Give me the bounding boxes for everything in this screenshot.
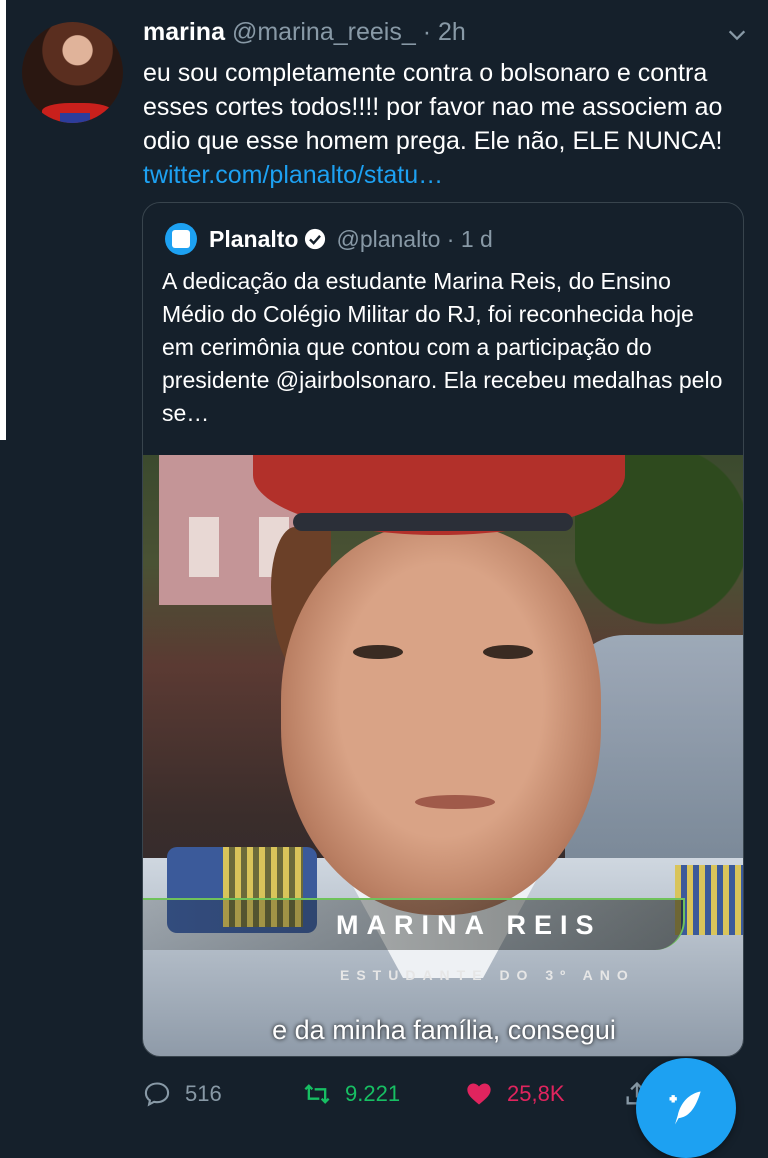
tweet-header: marina @marina_reeis_ · 2h xyxy=(143,18,466,47)
student-face xyxy=(281,525,601,915)
retweet-button[interactable]: 9.221 xyxy=(303,1080,400,1108)
video-caption: e da minha família, consegui xyxy=(272,1015,616,1045)
retweet-count: 9.221 xyxy=(345,1081,401,1106)
reply-button[interactable]: 516 xyxy=(143,1080,222,1108)
author-handle[interactable]: @marina_reeis_ xyxy=(232,18,416,46)
retweet-icon xyxy=(304,1084,330,1104)
tweet-time[interactable]: 2h xyxy=(438,18,466,46)
lower-third-subtitle: ESTUDANTE DO 3º ANO xyxy=(340,967,635,983)
tweet-body: eu sou completamente contra o bolsonaro … xyxy=(143,56,753,192)
like-icon xyxy=(467,1083,491,1105)
reply-icon xyxy=(144,1082,170,1107)
compose-icon xyxy=(669,1091,701,1125)
like-count: 25,8K xyxy=(507,1081,565,1106)
lower-third-name: MARINA REIS xyxy=(336,910,602,940)
author-name[interactable]: marina xyxy=(143,18,225,46)
avatar[interactable] xyxy=(22,22,123,123)
quoted-tweet-time: 1 d xyxy=(460,225,493,252)
planalto-avatar[interactable] xyxy=(165,223,197,255)
quoted-tweet[interactable]: Planalto @planalto · 1 d A dedicação da … xyxy=(142,202,744,1057)
chevron-down-icon[interactable] xyxy=(726,24,748,46)
reply-count: 516 xyxy=(185,1081,222,1106)
separator-dot: · xyxy=(446,225,455,252)
video-player[interactable]: MARINA REIS ESTUDANTE DO 3º ANO e da min… xyxy=(143,455,743,1056)
quoted-tweet-link[interactable]: twitter.com/planalto/statu… xyxy=(143,161,443,189)
quoted-author-name[interactable]: Planalto xyxy=(209,226,298,253)
verified-icon xyxy=(305,228,326,250)
compose-tweet-button[interactable] xyxy=(636,1058,736,1158)
scrollbar[interactable] xyxy=(0,0,6,440)
separator-dot: · xyxy=(422,18,432,46)
quoted-tweet-header: Planalto @planalto · 1 d xyxy=(165,223,493,255)
quoted-tweet-text: A dedicação da estudante Marina Reis, do… xyxy=(162,268,723,426)
like-button[interactable]: 25,8K xyxy=(465,1080,565,1108)
tweet-text: eu sou completamente contra o bolsonaro … xyxy=(143,59,723,155)
quoted-author-handle[interactable]: @planalto xyxy=(336,226,440,253)
